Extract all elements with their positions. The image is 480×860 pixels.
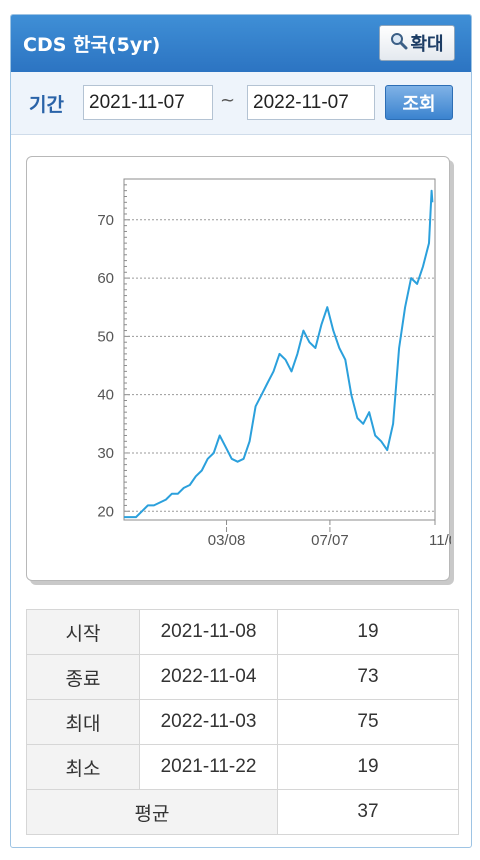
- stats-value: 73: [277, 654, 459, 700]
- data-point: [153, 504, 155, 506]
- y-tick-label: 50: [97, 328, 114, 345]
- data-point: [338, 347, 340, 349]
- data-point: [279, 353, 281, 355]
- stats-label: 시작: [26, 609, 140, 655]
- data-point: [231, 458, 233, 460]
- data-point: [165, 499, 167, 501]
- data-point: [267, 382, 269, 384]
- data-point: [201, 469, 203, 471]
- plot-area: [123, 178, 436, 521]
- data-point: [350, 394, 352, 396]
- data-point: [249, 440, 251, 442]
- stats-row: 최소 2021-11-22 19: [26, 744, 459, 790]
- data-point: [404, 306, 406, 308]
- stats-row: 시작 2021-11-08 19: [26, 609, 459, 655]
- widget-header: CDS 한국(5yr) 확대: [11, 15, 471, 72]
- data-point: [213, 452, 215, 454]
- y-tick-label: 40: [97, 387, 114, 404]
- data-point: [392, 423, 394, 425]
- avg-value: 37: [277, 789, 459, 835]
- stats-row: 최대 2022-11-03 75: [26, 699, 459, 745]
- data-point: [237, 461, 239, 463]
- data-point: [243, 458, 245, 460]
- data-point: [416, 283, 418, 285]
- line-chart: 20 30 40 50 60 70 03/08 07/07 11/0: [97, 178, 451, 549]
- date-range-separator: ~: [220, 90, 236, 111]
- stats-date: 2021-11-22: [139, 744, 278, 790]
- data-point: [356, 417, 358, 419]
- data-point: [431, 190, 433, 192]
- zoom-button[interactable]: 확대: [379, 25, 455, 61]
- end-date-input[interactable]: [247, 85, 375, 120]
- data-point: [147, 504, 149, 506]
- stats-avg-row: 평균 37: [26, 789, 459, 835]
- data-point: [422, 265, 424, 267]
- period-bar: 기간 ~ 조회: [11, 72, 471, 135]
- data-point: [177, 493, 179, 495]
- data-point: [332, 330, 334, 332]
- data-point: [386, 449, 388, 451]
- y-tick-label: 20: [97, 503, 114, 520]
- stats-value: 19: [277, 744, 459, 790]
- stats-row: 종료 2022-11-04 73: [26, 654, 459, 700]
- stats-date: 2022-11-03: [139, 699, 278, 745]
- data-point: [344, 359, 346, 361]
- stats-table: 시작 2021-11-08 19 종료 2022-11-04 73 최대 2022-11-03…: [26, 609, 459, 835]
- data-point: [296, 353, 298, 355]
- x-tick-label: 03/08: [208, 532, 246, 549]
- data-point: [410, 277, 412, 279]
- stats-label: 최대: [26, 699, 140, 745]
- zoom-button-label: 확대: [410, 34, 444, 55]
- chart-frame: 20 30 40 50 60 70 03/08 07/07 11/0: [26, 156, 451, 581]
- data-point: [189, 484, 191, 486]
- y-tick-label: 60: [97, 270, 114, 287]
- cds-widget: CDS 한국(5yr) 확대 기간 ~ 조회 20 30 40 50 60 70 03/08…: [10, 14, 472, 848]
- stats-date: 2021-11-08: [139, 609, 278, 655]
- y-tick-label: 30: [97, 445, 114, 462]
- data-point: [314, 347, 316, 349]
- x-tick-label: 07/07: [311, 532, 349, 549]
- data-point: [362, 423, 364, 425]
- stats-date: 2022-11-04: [139, 654, 278, 700]
- start-date-input[interactable]: [83, 85, 213, 120]
- period-label: 기간: [29, 94, 64, 116]
- data-point: [219, 434, 221, 436]
- data-point: [171, 493, 173, 495]
- x-tick-label: 11/0: [429, 532, 451, 549]
- data-point: [320, 324, 322, 326]
- stats-label: 종료: [26, 654, 140, 700]
- data-point: [135, 516, 137, 518]
- data-point: [380, 440, 382, 442]
- data-point: [273, 370, 275, 372]
- data-point: [195, 475, 197, 477]
- stats-label: 최소: [26, 744, 140, 790]
- magnifier-icon: [390, 32, 410, 55]
- data-point: [374, 434, 376, 436]
- data-point: [183, 487, 185, 489]
- data-point: [308, 341, 310, 343]
- data-point: [431, 201, 433, 203]
- data-point: [225, 446, 227, 448]
- data-point: [368, 411, 370, 413]
- stats-value: 19: [277, 609, 459, 655]
- data-point: [141, 510, 143, 512]
- stats-value: 75: [277, 699, 459, 745]
- data-point: [207, 458, 209, 460]
- avg-label: 평균: [26, 789, 278, 835]
- data-point: [284, 359, 286, 361]
- widget-title: CDS 한국(5yr): [23, 34, 161, 56]
- data-point: [123, 516, 125, 518]
- data-point: [261, 394, 263, 396]
- data-point: [255, 405, 257, 407]
- y-tick-label: 70: [97, 212, 114, 229]
- data-point: [290, 370, 292, 372]
- data-point: [326, 306, 328, 308]
- data-point: [129, 516, 131, 518]
- data-point: [159, 502, 161, 504]
- query-button[interactable]: 조회: [385, 85, 453, 120]
- data-point: [428, 242, 430, 244]
- data-point: [398, 347, 400, 349]
- data-point: [302, 330, 304, 332]
